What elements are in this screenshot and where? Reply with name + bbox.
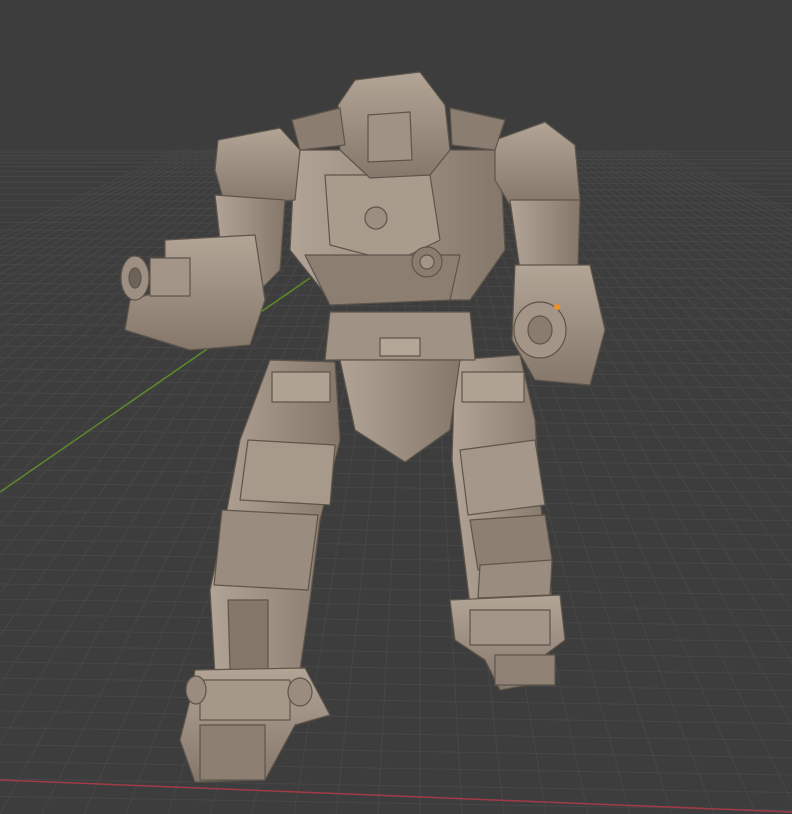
left-arm-cannon[interactable] (120, 194, 286, 351)
viewport-canvas[interactable] (0, 0, 792, 814)
grid-line (0, 677, 792, 691)
grid-line (653, 149, 792, 216)
selection-origin-dot (554, 304, 560, 310)
grid-line (0, 694, 792, 708)
right-foot[interactable] (449, 594, 566, 691)
right-arm-weapon[interactable] (509, 199, 606, 386)
grid-line (0, 661, 792, 675)
grid-line (0, 598, 792, 611)
grid-line (647, 149, 792, 221)
grid-line (0, 583, 792, 596)
grid-line (0, 744, 792, 759)
grid-line (0, 778, 792, 793)
right-leg[interactable] (451, 354, 553, 606)
3d-viewport[interactable] (0, 0, 792, 814)
grid-line (0, 149, 193, 244)
x-axis-line (0, 779, 792, 813)
grid-line (659, 149, 792, 212)
grid-line (0, 629, 792, 643)
left-foot[interactable] (179, 667, 331, 783)
grid-line (0, 761, 792, 776)
grid-line (0, 510, 792, 522)
grid-line (0, 524, 792, 536)
grid-line (0, 795, 792, 811)
grid-line (629, 149, 792, 236)
head[interactable] (337, 71, 451, 179)
grid-line (0, 710, 792, 725)
grid-line (0, 553, 792, 565)
grid-line (0, 568, 792, 581)
